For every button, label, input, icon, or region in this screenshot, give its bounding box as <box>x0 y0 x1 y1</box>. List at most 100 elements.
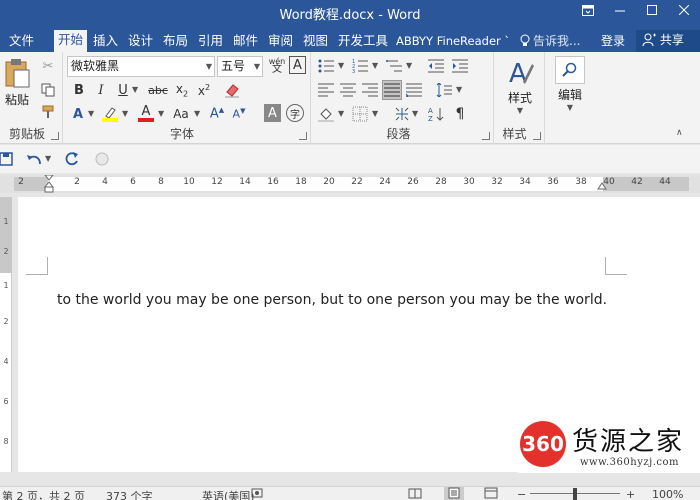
status-words[interactable]: 373 个字 <box>106 488 153 500</box>
justify-button[interactable] <box>382 80 402 100</box>
editing-button[interactable]: 编辑 ▼ <box>550 56 590 118</box>
maximize-button[interactable] <box>636 0 668 20</box>
increase-indent-button[interactable] <box>450 56 470 76</box>
bullets-button[interactable] <box>316 56 336 76</box>
line-spacing-dropdown[interactable]: ▼ <box>456 80 464 100</box>
paragraph-launcher[interactable] <box>482 132 490 140</box>
tab-references[interactable]: 引用 <box>195 31 226 52</box>
shrink-font-button[interactable]: A▼ <box>229 104 249 124</box>
print-layout-button[interactable] <box>444 487 464 500</box>
tab-home[interactable]: 开始 <box>54 30 88 52</box>
strikethrough-button[interactable]: abc <box>146 80 170 100</box>
close-button[interactable] <box>668 0 700 20</box>
tab-insert[interactable]: 插入 <box>90 31 121 52</box>
chinese-layout-dropdown[interactable]: ▼ <box>412 104 420 124</box>
document-body-text[interactable]: to the world you may be one person, but … <box>57 292 607 308</box>
align-left-button[interactable] <box>316 80 336 100</box>
save-button[interactable] <box>0 149 16 169</box>
show-marks-button[interactable]: ¶ <box>450 104 470 124</box>
underline-dropdown[interactable]: ▼ <box>132 80 140 100</box>
borders-button[interactable] <box>350 104 370 124</box>
share-button[interactable]: 共享 <box>636 30 700 52</box>
status-page[interactable]: 第 2 页，共 2 页 <box>2 488 85 500</box>
char-shading-button[interactable]: A <box>264 104 281 122</box>
copy-button[interactable] <box>38 80 58 100</box>
subscript-button[interactable]: x2 <box>172 80 192 100</box>
superscript-button[interactable]: x2 <box>194 80 214 100</box>
magnifier-icon <box>562 62 577 77</box>
tab-design[interactable]: 设计 <box>125 31 156 52</box>
line-spacing-button[interactable] <box>434 80 454 100</box>
enclose-char-button[interactable]: 字 <box>286 104 304 122</box>
phonetic-guide-button[interactable]: wén 文 <box>267 56 287 76</box>
borders-dropdown[interactable]: ▼ <box>372 104 380 124</box>
quick-access-toolbar: ▼ <box>0 145 700 173</box>
macro-record-button[interactable] <box>251 487 263 500</box>
styles-button[interactable]: A 样式 ▼ <box>501 58 539 118</box>
font-launcher[interactable] <box>299 132 307 140</box>
shading-button[interactable] <box>316 104 336 124</box>
zoom-out-button[interactable]: − <box>517 488 526 500</box>
horizontal-ruler[interactable]: 2 2 4 6 8 10 12 14 16 18 20 22 24 26 28 … <box>0 175 700 193</box>
multilevel-list-button[interactable] <box>384 56 404 76</box>
grow-font-button[interactable]: A▲ <box>207 104 227 124</box>
italic-button[interactable]: I <box>91 80 111 100</box>
text-effects-button[interactable]: A <box>68 104 88 124</box>
numbering-button[interactable]: 123 <box>350 56 370 76</box>
text-effects-dropdown[interactable]: ▼ <box>88 104 96 124</box>
tab-view[interactable]: 视图 <box>300 31 331 52</box>
numbering-dropdown[interactable]: ▼ <box>372 56 380 76</box>
tab-mailings[interactable]: 邮件 <box>230 31 261 52</box>
minimize-button[interactable] <box>604 0 636 20</box>
highlight-dropdown[interactable]: ▼ <box>122 104 130 124</box>
ribbon-display-button[interactable] <box>572 0 604 20</box>
indent-marker-icon[interactable] <box>44 175 54 193</box>
bold-button[interactable]: B <box>69 80 89 100</box>
change-case-dropdown[interactable]: ▼ <box>194 104 202 124</box>
sort-button[interactable]: AZ <box>426 104 446 124</box>
underline-button[interactable]: U <box>113 80 133 100</box>
undo-dropdown[interactable]: ▼ <box>45 154 51 163</box>
read-mode-button[interactable] <box>408 487 422 500</box>
enclose-char-icon: 字 <box>290 109 300 121</box>
align-center-button[interactable] <box>338 80 358 100</box>
multilevel-list-dropdown[interactable]: ▼ <box>406 56 414 76</box>
login-link[interactable]: 登录 <box>601 31 625 51</box>
collapse-ribbon-button[interactable]: ∧ <box>676 128 683 138</box>
font-size-combo[interactable]: 五号 ▼ <box>217 56 263 77</box>
shading-dropdown[interactable]: ▼ <box>338 104 346 124</box>
zoom-in-button[interactable]: + <box>626 488 635 500</box>
font-color-button[interactable]: A <box>136 104 156 124</box>
highlight-button[interactable] <box>100 104 120 124</box>
clipboard-launcher[interactable] <box>51 132 59 140</box>
tell-me-box[interactable]: 告诉我... <box>520 31 580 51</box>
bullets-dropdown[interactable]: ▼ <box>338 56 346 76</box>
chinese-layout-button[interactable] <box>392 104 412 124</box>
clear-formatting-button[interactable] <box>222 80 242 100</box>
vertical-ruler[interactable]: 1 2 1 2 4 6 8 <box>0 197 12 472</box>
align-right-button[interactable] <box>360 80 380 100</box>
font-name-combo[interactable]: 微软雅黑 ▼ <box>67 56 215 77</box>
paste-button[interactable]: 粘贴 <box>3 58 31 107</box>
format-painter-button[interactable] <box>38 102 58 122</box>
distributed-button[interactable] <box>404 80 424 100</box>
right-indent-marker-icon[interactable] <box>597 181 607 193</box>
styles-launcher[interactable] <box>533 132 541 140</box>
circle-button[interactable] <box>92 149 112 169</box>
tab-review[interactable]: 审阅 <box>265 31 296 52</box>
cut-button[interactable]: ✂ <box>38 56 58 76</box>
tab-developer[interactable]: 开发工具 <box>335 31 391 52</box>
web-layout-button[interactable] <box>484 487 498 500</box>
undo-button[interactable] <box>24 149 44 169</box>
zoom-level[interactable]: 100% <box>652 488 683 500</box>
change-case-button[interactable]: Aa <box>170 104 192 124</box>
zoom-slider-thumb[interactable] <box>573 488 577 500</box>
tab-layout[interactable]: 布局 <box>160 31 191 52</box>
decrease-indent-button[interactable] <box>426 56 446 76</box>
font-color-dropdown[interactable]: ▼ <box>158 104 166 124</box>
tab-file[interactable]: 文件 <box>6 31 37 52</box>
tab-abbyy[interactable]: ABBYY FineReader ` <box>393 31 513 52</box>
char-border-button[interactable]: A <box>289 56 306 74</box>
status-language[interactable]: 英语(美国) <box>202 488 255 500</box>
redo-button[interactable] <box>62 149 82 169</box>
